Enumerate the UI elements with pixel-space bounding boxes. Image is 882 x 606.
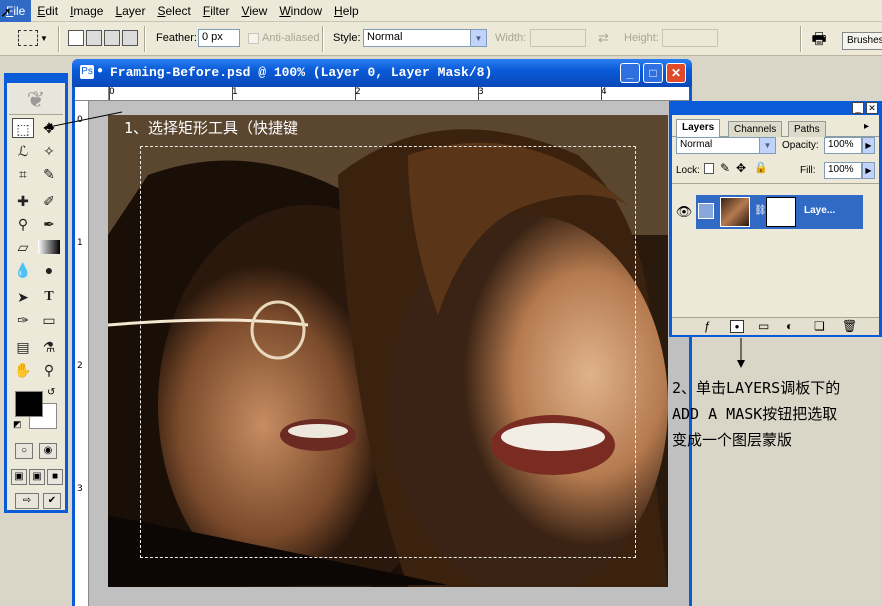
annotation-arrows [43, 111, 745, 368]
annotation-step-2-line-3: 变成一个图层蒙版 [672, 431, 793, 449]
annotation-step-2-line-1: 2、单击LAYERS调板下的 [672, 379, 841, 397]
annotation-step-2-line-2: ADD A MASK按钮把选取 [672, 405, 838, 423]
annotation-step-1: 1、选择矩形工具（快捷键 [124, 119, 299, 137]
